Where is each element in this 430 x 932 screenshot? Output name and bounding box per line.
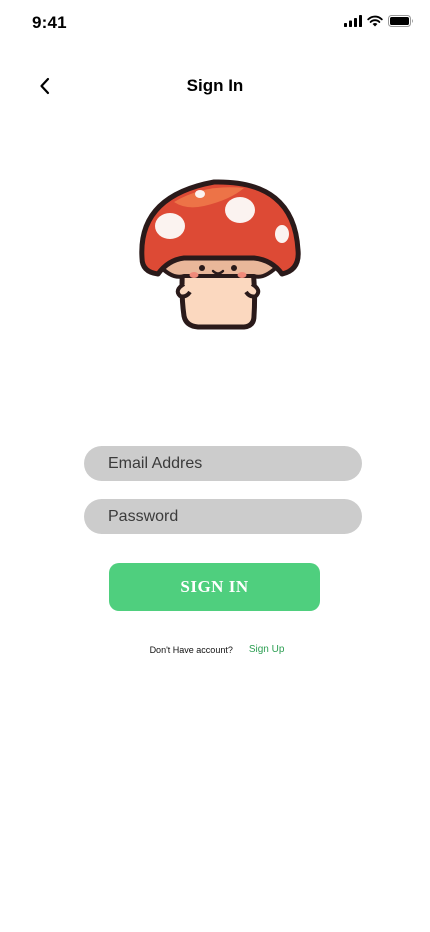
status-time: 9:41 [32, 13, 67, 32]
wifi-icon [367, 15, 383, 27]
email-field[interactable] [84, 446, 362, 481]
cellular-signal-icon [344, 15, 362, 27]
password-field[interactable] [84, 499, 362, 534]
sign-in-button[interactable]: SIGN IN [109, 563, 320, 611]
page-title: Sign In [186, 76, 244, 95]
sign-up-link[interactable]: Sign Up [249, 644, 285, 655]
status-bar: 9:41 [0, 0, 430, 46]
status-icons [344, 15, 414, 27]
signup-prompt: Don't Have account? [149, 644, 233, 655]
mushroom-mascot-icon [139, 179, 301, 330]
nav-header: Sign In [0, 62, 430, 110]
battery-icon [388, 15, 413, 27]
signup-row: Don't Have account? Sign Up [0, 644, 430, 655]
